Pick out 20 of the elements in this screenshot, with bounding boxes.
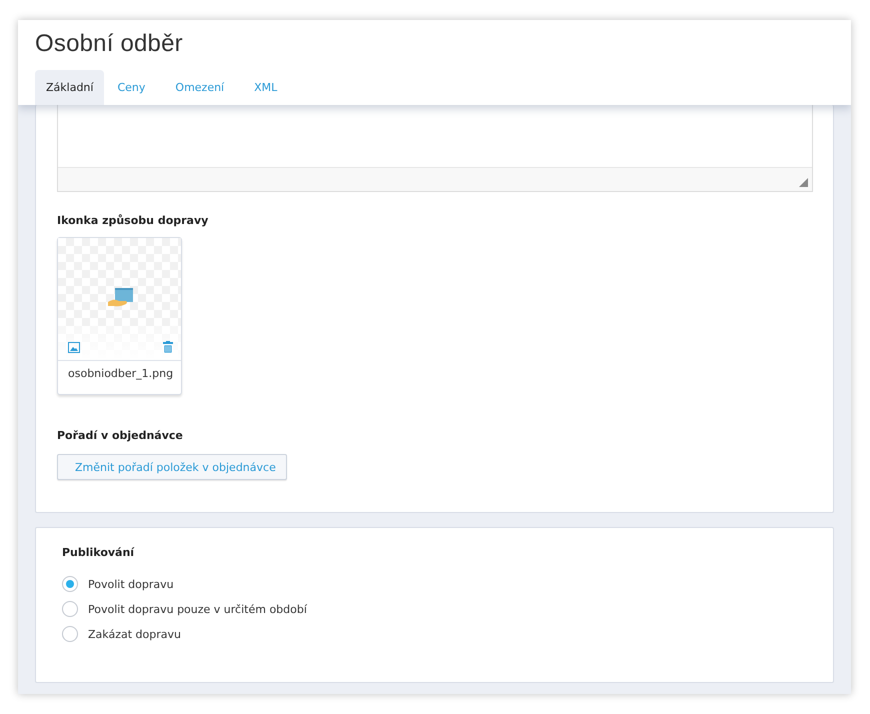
- radio-button[interactable]: [62, 626, 78, 642]
- tab[interactable]: XML: [243, 70, 288, 105]
- tab[interactable]: Ceny: [106, 70, 156, 105]
- window-title: Osobní odběr: [35, 30, 184, 58]
- section-heading: Ikonka způsobu dopravy: [57, 214, 210, 227]
- resize-grip-icon[interactable]: [799, 178, 808, 187]
- tab[interactable]: Omezení: [164, 70, 236, 105]
- image-icon[interactable]: [68, 342, 80, 353]
- tab[interactable]: Základní: [35, 70, 104, 105]
- radio-button[interactable]: [62, 601, 78, 617]
- radio-label: Zakázat dopravu: [88, 628, 181, 640]
- radio-label: Povolit dopravu pouze v určitém období: [88, 602, 307, 616]
- text-editor[interactable]: [57, 105, 813, 192]
- trash-icon[interactable]: [163, 341, 173, 353]
- change-order-button[interactable]: Změnit pořadí položek v objednávce: [57, 454, 287, 480]
- radio-label: Povolit dopravu: [88, 578, 174, 590]
- radio-button[interactable]: [62, 576, 78, 592]
- section-heading: Pořadí v objednávce: [57, 429, 184, 442]
- file-name: osobniodber_1.png: [67, 366, 174, 382]
- section-heading: Publikování: [62, 546, 136, 559]
